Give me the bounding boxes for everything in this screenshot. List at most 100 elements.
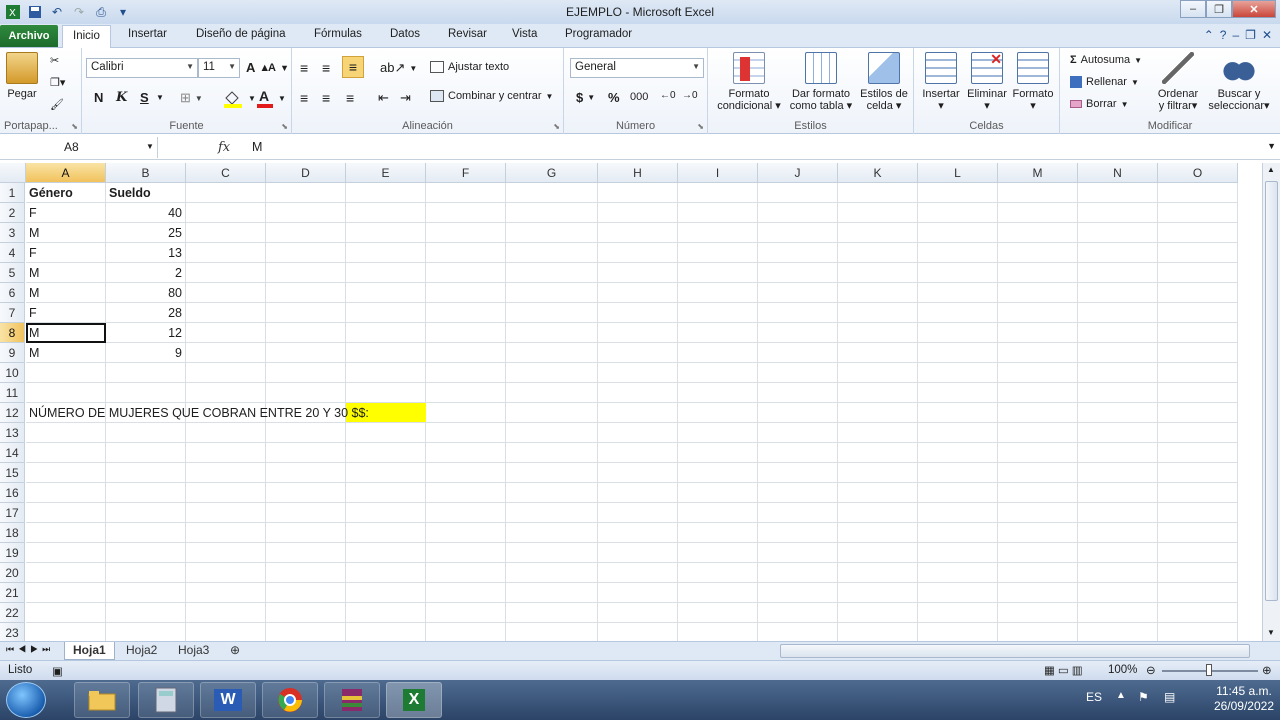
insert-cells-button[interactable]: Insertar ▾: [918, 52, 964, 112]
cell-f1[interactable]: [426, 183, 506, 203]
cell-l15[interactable]: [918, 463, 998, 483]
thousands-button[interactable]: 000: [630, 91, 648, 103]
cell-k10[interactable]: [838, 363, 918, 383]
cell-h1[interactable]: [598, 183, 678, 203]
cell-j8[interactable]: [758, 323, 838, 343]
view-buttons[interactable]: ▦▭▥: [1044, 663, 1086, 677]
tab-programador[interactable]: Programador: [565, 28, 632, 40]
cell-m18[interactable]: [998, 523, 1078, 543]
cell-i5[interactable]: [678, 263, 758, 283]
cell-d11[interactable]: [266, 383, 346, 403]
cell-o15[interactable]: [1158, 463, 1238, 483]
column-header-b[interactable]: B: [106, 163, 186, 183]
column-header-c[interactable]: C: [186, 163, 266, 183]
cell-a19[interactable]: [26, 543, 106, 563]
scroll-down-icon[interactable]: ▼: [1267, 628, 1275, 637]
cell-h18[interactable]: [598, 523, 678, 543]
cell-d17[interactable]: [266, 503, 346, 523]
zoom-level[interactable]: 100%: [1108, 664, 1137, 676]
clipboard-launcher-icon[interactable]: ⬊: [71, 122, 78, 131]
cell-f23[interactable]: [426, 623, 506, 641]
bold-button[interactable]: N: [94, 90, 103, 105]
cell-b23[interactable]: [106, 623, 186, 641]
percent-button[interactable]: %: [608, 90, 620, 105]
number-launcher-icon[interactable]: ⬊: [697, 122, 704, 131]
name-box[interactable]: A8 ▼: [0, 137, 158, 158]
cell-o13[interactable]: [1158, 423, 1238, 443]
tab-archivo[interactable]: Archivo: [0, 25, 58, 47]
cell-f21[interactable]: [426, 583, 506, 603]
cell-g13[interactable]: [506, 423, 598, 443]
cell-f3[interactable]: [426, 223, 506, 243]
row-header-2[interactable]: 2: [0, 203, 25, 223]
cell-e11[interactable]: [346, 383, 426, 403]
row-header-6[interactable]: 6: [0, 283, 25, 303]
cell-i4[interactable]: [678, 243, 758, 263]
row-header-23[interactable]: 23: [0, 623, 25, 641]
cell-d15[interactable]: [266, 463, 346, 483]
cell-k19[interactable]: [838, 543, 918, 563]
cell-h7[interactable]: [598, 303, 678, 323]
cell-h21[interactable]: [598, 583, 678, 603]
cell-b16[interactable]: [106, 483, 186, 503]
cell-d14[interactable]: [266, 443, 346, 463]
cell-d6[interactable]: [266, 283, 346, 303]
cell-k23[interactable]: [838, 623, 918, 641]
cell-e10[interactable]: [346, 363, 426, 383]
row-header-11[interactable]: 11: [0, 383, 25, 403]
cell-a12[interactable]: NÚMERO DE MUJERES QUE COBRAN ENTRE 20 Y …: [26, 403, 369, 423]
row-header-7[interactable]: 7: [0, 303, 25, 323]
conditional-format-button[interactable]: Formato condicional ▾: [714, 52, 784, 112]
wrap-text-button[interactable]: Ajustar texto: [430, 61, 509, 73]
cell-c19[interactable]: [186, 543, 266, 563]
cell-f13[interactable]: [426, 423, 506, 443]
cell-e9[interactable]: [346, 343, 426, 363]
cell-k20[interactable]: [838, 563, 918, 583]
cell-b14[interactable]: [106, 443, 186, 463]
cell-n18[interactable]: [1078, 523, 1158, 543]
cell-l18[interactable]: [918, 523, 998, 543]
cell-e14[interactable]: [346, 443, 426, 463]
cell-l7[interactable]: [918, 303, 998, 323]
cell-n9[interactable]: [1078, 343, 1158, 363]
cell-i1[interactable]: [678, 183, 758, 203]
autosum-button[interactable]: Σ Autosuma ▼: [1070, 54, 1142, 66]
cell-h12[interactable]: [598, 403, 678, 423]
cell-b17[interactable]: [106, 503, 186, 523]
increase-decimal-icon[interactable]: ←0: [660, 90, 676, 101]
cell-i15[interactable]: [678, 463, 758, 483]
cell-c4[interactable]: [186, 243, 266, 263]
close-button[interactable]: ✕: [1232, 0, 1276, 18]
row-header-1[interactable]: 1: [0, 183, 25, 203]
cell-j5[interactable]: [758, 263, 838, 283]
cell-h10[interactable]: [598, 363, 678, 383]
cell-l11[interactable]: [918, 383, 998, 403]
cell-n12[interactable]: [1078, 403, 1158, 423]
sheet-tab-hoja1[interactable]: Hoja1: [64, 642, 115, 660]
column-header-o[interactable]: O: [1158, 163, 1238, 183]
cell-j21[interactable]: [758, 583, 838, 603]
cell-f5[interactable]: [426, 263, 506, 283]
cell-f22[interactable]: [426, 603, 506, 623]
cell-h16[interactable]: [598, 483, 678, 503]
cell-m16[interactable]: [998, 483, 1078, 503]
cell-k1[interactable]: [838, 183, 918, 203]
cell-c1[interactable]: [186, 183, 266, 203]
cell-f9[interactable]: [426, 343, 506, 363]
cell-h14[interactable]: [598, 443, 678, 463]
cell-e7[interactable]: [346, 303, 426, 323]
cell-b6[interactable]: 80: [106, 283, 186, 303]
cell-e8[interactable]: [346, 323, 426, 343]
align-top-icon[interactable]: ≡: [300, 60, 308, 76]
tab-formulas[interactable]: Fórmulas: [314, 28, 362, 40]
cell-a14[interactable]: [26, 443, 106, 463]
cell-h2[interactable]: [598, 203, 678, 223]
column-header-a[interactable]: A: [26, 163, 106, 183]
cell-b11[interactable]: [106, 383, 186, 403]
cell-i6[interactable]: [678, 283, 758, 303]
cell-b10[interactable]: [106, 363, 186, 383]
cell-o16[interactable]: [1158, 483, 1238, 503]
zoom-slider-thumb[interactable]: [1206, 664, 1212, 676]
cell-o22[interactable]: [1158, 603, 1238, 623]
zoom-out-icon[interactable]: ⊖: [1146, 663, 1156, 677]
